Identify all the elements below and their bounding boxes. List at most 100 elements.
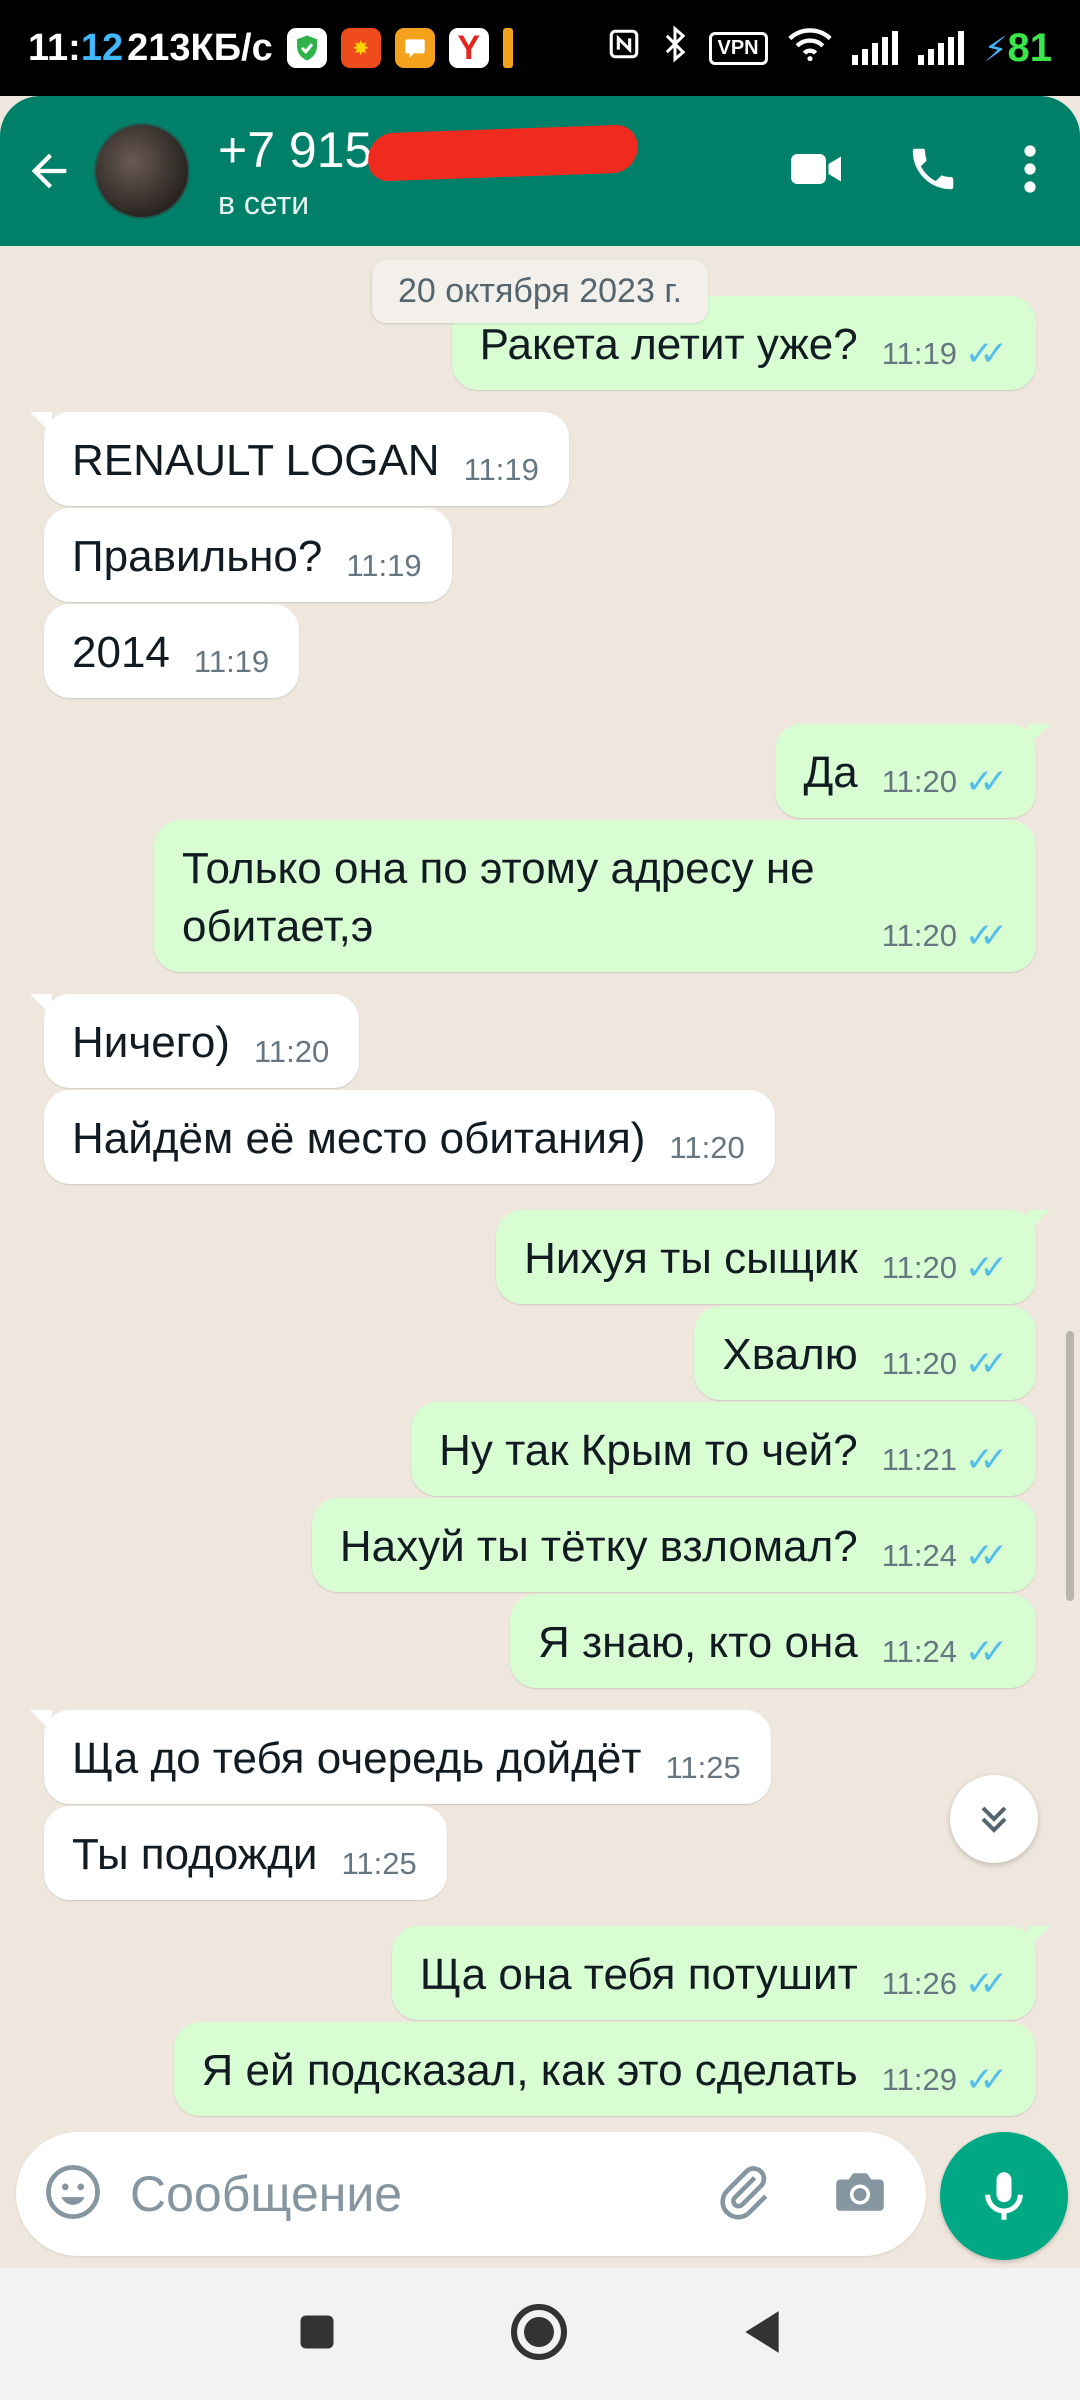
message-outgoing[interactable]: Я знаю, кто она 11:24 ✓✓ — [510, 1594, 1036, 1688]
message-app-icon — [394, 28, 435, 68]
shield-app-icon — [286, 28, 327, 68]
nav-recents-icon — [300, 2315, 334, 2348]
message-incoming[interactable]: Правильно? 11:19 — [44, 508, 452, 602]
message-composer — [16, 2132, 926, 2256]
message-outgoing[interactable]: Да 11:20 ✓✓ — [775, 724, 1050, 818]
nav-recents-button[interactable] — [295, 2310, 339, 2359]
back-button[interactable] — [4, 126, 94, 216]
message-text: Нахуй ты тётку взломал? — [339, 1522, 858, 1571]
chat-area[interactable]: 20 октября 2023 г. Ракета летит уже? 11:… — [0, 246, 1080, 2128]
message-text: Ну так Крым то чей? — [439, 1426, 858, 1475]
message-meta: 11:20 ✓✓ — [882, 916, 1008, 956]
redaction-mark — [367, 123, 639, 182]
video-call-button[interactable] — [786, 139, 846, 204]
message-meta: 11:20 — [669, 1128, 744, 1168]
read-ticks-icon: ✓✓ — [965, 1965, 1008, 2003]
message-outgoing[interactable]: Я ей подсказал, как это сделать 11:29 ✓✓ — [173, 2022, 1036, 2116]
camera-icon — [836, 2172, 884, 2211]
message-text: RENAULT LOGAN — [72, 436, 440, 485]
attach-icon — [720, 2165, 768, 2220]
header-actions — [786, 139, 1040, 204]
message-time: 11:19 — [881, 336, 958, 371]
yandex-browser-icon: Y — [448, 28, 489, 68]
read-ticks-icon: ✓✓ — [965, 763, 1008, 801]
mic-icon — [985, 2172, 1023, 2220]
message-outgoing[interactable]: Ну так Крым то чей? 11:21 ✓✓ — [411, 1402, 1036, 1496]
voice-call-button[interactable] — [906, 142, 960, 201]
avatar[interactable] — [94, 123, 190, 219]
read-ticks-icon: ✓✓ — [965, 1537, 1008, 1575]
message-meta: 11:20 — [254, 1032, 329, 1072]
message-text: Ты подожди — [72, 1830, 318, 1879]
nav-back-button[interactable] — [739, 2307, 785, 2362]
nfc-icon — [607, 27, 641, 69]
signal-icon-2 — [917, 31, 964, 65]
wifi-icon — [787, 27, 832, 69]
emoji-icon — [46, 2164, 100, 2219]
message-meta: 11:21 ✓✓ — [881, 1440, 1008, 1480]
message-text: Нихуя ты сыщик — [524, 1234, 858, 1283]
message-meta: 11:25 — [341, 1844, 416, 1884]
message-time: 11:21 — [881, 1442, 958, 1477]
charging-icon: ⚡ — [983, 30, 1008, 69]
message-time: 11:20 — [669, 1130, 745, 1165]
signal-icon-1 — [851, 31, 898, 65]
message-time: 11:29 — [881, 2062, 958, 2097]
contact-name: +7 915 — [218, 121, 639, 182]
message-outgoing[interactable]: Нахуй ты тётку взломал? 11:24 ✓✓ — [311, 1498, 1036, 1592]
message-meta: 11:19 ✓✓ — [881, 334, 1008, 374]
nav-back-icon — [745, 2310, 779, 2353]
message-meta: 11:19 — [346, 546, 421, 586]
network-speed: 213КБ/с — [127, 26, 273, 69]
message-text: Ща она тебя потушит — [419, 1950, 858, 1999]
message-incoming[interactable]: RENAULT LOGAN 11:19 — [30, 412, 569, 506]
read-ticks-icon: ✓✓ — [965, 335, 1008, 373]
message-time: 11:19 — [193, 644, 270, 679]
nav-home-icon — [511, 2303, 567, 2360]
contact-info[interactable]: +7 915 в сети — [218, 121, 786, 222]
scroll-down-icon — [981, 1806, 1007, 1833]
more-options-button[interactable] — [1020, 142, 1040, 201]
sale-app-icon: ✸ — [340, 28, 381, 68]
voice-record-button[interactable] — [940, 2132, 1068, 2260]
message-input[interactable] — [130, 2165, 670, 2223]
attach-button[interactable] — [712, 2161, 774, 2228]
bluetooth-icon — [661, 25, 689, 71]
message-time: 11:20 — [881, 764, 958, 799]
message-outgoing[interactable]: Хвалю 11:20 ✓✓ — [694, 1306, 1036, 1400]
message-incoming[interactable]: 2014 11:19 — [44, 604, 300, 698]
emoji-button[interactable] — [42, 2161, 104, 2228]
message-meta: 11:29 ✓✓ — [881, 2060, 1008, 2100]
message-text: Я ей подсказал, как это сделать — [201, 2046, 858, 2095]
message-time: 11:25 — [341, 1846, 417, 1881]
status-time: 11:12 — [28, 26, 124, 69]
message-time: 11:26 — [881, 1966, 958, 2001]
status-right: VPN ⚡81 — [607, 25, 1052, 71]
message-incoming[interactable]: Ничего) 11:20 — [29, 994, 360, 1088]
message-meta: 11:26 ✓✓ — [881, 1964, 1008, 2004]
message-text: Только она по этому адресу не обитает,э — [182, 844, 815, 951]
chat-header: +7 915 в сети — [0, 96, 1080, 246]
message-time: 11:24 — [881, 1634, 958, 1669]
message-meta: 11:20 ✓✓ — [882, 1248, 1008, 1288]
message-outgoing[interactable]: Нихуя ты сыщик 11:20 ✓✓ — [496, 1210, 1050, 1304]
message-meta: 11:24 ✓✓ — [881, 1632, 1008, 1672]
read-ticks-icon: ✓✓ — [965, 1633, 1008, 1671]
message-meta: 11:19 — [194, 642, 269, 682]
message-time: 11:24 — [881, 1538, 958, 1573]
scrollbar[interactable] — [1066, 1331, 1074, 1601]
message-incoming[interactable]: Ща до тебя очередь дойдёт 11:25 — [30, 1710, 771, 1804]
message-outgoing[interactable]: Только она по этому адресу не обитает,э … — [154, 820, 1036, 972]
more-vert-icon — [1024, 144, 1036, 193]
status-bar: 11:12 213КБ/с ✸ Y VPN ⚡81 — [0, 0, 1080, 96]
message-text: 2014 — [72, 628, 170, 677]
nav-home-button[interactable] — [509, 2302, 569, 2367]
message-incoming[interactable]: Ты подожди 11:25 — [44, 1806, 447, 1900]
date-chip: 20 октября 2023 г. — [371, 260, 709, 323]
message-meta: 11:20 ✓✓ — [882, 1344, 1008, 1384]
scroll-down-button[interactable] — [950, 1775, 1038, 1863]
battery-level: ⚡81 — [983, 25, 1052, 70]
camera-button[interactable] — [830, 2162, 890, 2227]
message-incoming[interactable]: Найдём её место обитания) 11:20 — [44, 1090, 775, 1184]
message-outgoing[interactable]: Ща она тебя потушит 11:26 ✓✓ — [391, 1926, 1051, 2020]
